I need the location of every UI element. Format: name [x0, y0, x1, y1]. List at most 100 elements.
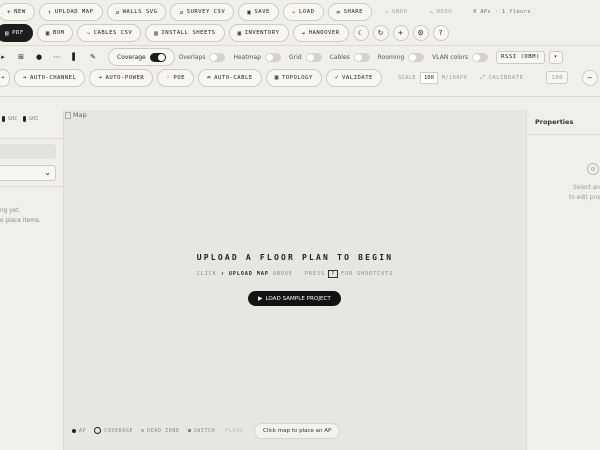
measure-tool[interactable]: ⋯: [48, 48, 66, 66]
properties-title: Properties: [535, 118, 574, 126]
grid-switch[interactable]: [305, 52, 322, 62]
link-icon: ∞: [336, 8, 341, 16]
search-input[interactable]: [0, 144, 56, 159]
theme-toggle-button[interactable]: ☾: [352, 25, 369, 41]
topology-icon: ▦: [274, 74, 279, 81]
load-button[interactable]: ▰ LOAD: [282, 3, 324, 21]
properties-hint: Select an to edit prop: [569, 185, 600, 201]
band-b-label: GHZ: [29, 116, 39, 122]
install-sheets-button[interactable]: ▥ INSTALL SHEETS: [145, 24, 225, 42]
zoom-out-button[interactable]: −: [581, 69, 598, 86]
plus-icon: +: [7, 8, 12, 16]
bom-button[interactable]: ▦ BOM: [36, 24, 74, 42]
poe-button[interactable]: ⚡ POE: [157, 68, 194, 87]
rotate-icon: ↻: [377, 29, 384, 37]
cursor-icon: ▸: [1, 53, 5, 61]
ruler-icon: ⤢: [480, 73, 486, 81]
band-a-dot[interactable]: [2, 116, 5, 122]
heatmap-toggle[interactable]: Heatmap: [233, 52, 282, 62]
help-button[interactable]: ?: [432, 25, 449, 41]
pen-tool[interactable]: ✎: [84, 48, 102, 66]
vlan-colors-toggle[interactable]: VLAN colors: [432, 52, 489, 62]
share-button[interactable]: ∞ SHARE: [327, 3, 372, 21]
rooming-switch[interactable]: [408, 52, 425, 62]
broken-image-icon: [65, 111, 71, 119]
vlan-colors-switch[interactable]: [472, 52, 489, 62]
empty-state-subtitle: CLICK ↑ UPLOAD MAP ABOVE · PRESS? FOR SHO…: [196, 270, 394, 278]
overlaps-switch[interactable]: [209, 52, 226, 62]
arrow-icon: ➔: [22, 74, 27, 81]
arrow-icon: ➔: [98, 74, 103, 81]
box-icon: ▣: [237, 29, 242, 37]
legend-switch: SWITCH: [187, 428, 216, 434]
settings-button[interactable]: ⚙: [412, 25, 429, 41]
upload-map-button[interactable]: ↑ UPLOAD MAP: [38, 3, 103, 21]
dots-icon: ⋯: [53, 53, 61, 61]
auto-power-button[interactable]: ➔ AUTO-POWER: [89, 68, 154, 87]
add-button[interactable]: +: [392, 25, 409, 41]
handover-button[interactable]: ➔ HANDOVER: [292, 24, 349, 42]
moon-icon: ☾: [357, 29, 364, 37]
calibrate-button[interactable]: ⤢ CALIBRATE: [471, 69, 532, 87]
overflow-select[interactable]: ▾: [548, 50, 563, 64]
select-tool[interactable]: ▸: [0, 48, 12, 66]
cables-switch[interactable]: [353, 52, 370, 62]
wall-tool[interactable]: ▌: [66, 48, 84, 66]
walls-svg-button[interactable]: ↺ WALLS SVG: [106, 3, 167, 21]
topology-button[interactable]: ▦ TOPOLOGY: [265, 68, 322, 87]
properties-panel: Properties Select an to edit prop: [526, 110, 600, 450]
coverage-toggle[interactable]: Coverage: [108, 48, 175, 66]
survey-csv-button[interactable]: ↺ SURVEY CSV: [170, 3, 235, 21]
redo-button[interactable]: ↷ REDO: [421, 3, 462, 21]
coverage-ring-icon: [94, 427, 102, 434]
empty-list-text: ng yet. o place items.: [0, 208, 41, 224]
play-icon: ▶: [258, 295, 263, 302]
switch-dot-icon: [187, 429, 191, 432]
undo-button[interactable]: ↶ UNDO: [376, 3, 417, 21]
legend-tail: PLEAS: [225, 427, 244, 434]
cables-toggle[interactable]: Cables: [330, 52, 370, 62]
ap-tool[interactable]: ●: [30, 48, 48, 66]
grid-tool[interactable]: ⊞: [12, 48, 30, 66]
circle-icon: ●: [35, 53, 43, 61]
map-image-placeholder: Map: [65, 111, 87, 119]
reset-view-button[interactable]: ↻: [372, 25, 389, 41]
clipboard-icon: ▥: [154, 29, 159, 37]
load-sample-project-button[interactable]: ▶ LOAD SAMPLE PROJECT: [248, 291, 341, 306]
more-icon: ▾: [553, 54, 558, 60]
handover-icon: ➔: [301, 29, 306, 37]
wall-icon: ▌: [72, 53, 78, 61]
validate-button[interactable]: ✓ VALIDATE: [325, 68, 382, 87]
rssi-select[interactable]: RSSI (DBM): [496, 50, 545, 64]
minus-icon: −: [587, 73, 593, 82]
new-button[interactable]: + NEW: [0, 3, 35, 21]
refresh-icon: ↺: [179, 8, 184, 16]
floppy-icon: ▣: [247, 8, 252, 16]
zoom-select[interactable]: 100: [546, 71, 568, 84]
target-icon: [587, 163, 599, 175]
grid-toggle[interactable]: Grid: [289, 52, 322, 62]
pdf-button[interactable]: ▤ PDF: [0, 24, 33, 42]
floor-select[interactable]: ⌄: [0, 165, 56, 181]
check-icon: ✓: [334, 74, 339, 81]
save-button[interactable]: ▣ SAVE: [238, 3, 279, 21]
grid-icon: ⊞: [18, 53, 24, 61]
rooming-toggle[interactable]: Rooming: [378, 52, 425, 62]
grid-icon: ▦: [45, 29, 50, 37]
scale-input[interactable]: 100: [420, 71, 438, 84]
undo-icon: ↶: [384, 8, 390, 16]
cables-csv-button[interactable]: ∼ CABLES CSV: [77, 24, 142, 42]
coverage-switch[interactable]: [149, 52, 166, 62]
auto-cable-button[interactable]: ⇌ AUTO-CABLE: [197, 68, 262, 87]
band-b-dot[interactable]: [23, 116, 27, 122]
left-panel: GHZ GHZ ⌄ ng yet. o place items.: [0, 110, 64, 450]
inventory-button[interactable]: ▣ INVENTORY: [228, 24, 289, 42]
redo-icon: ↷: [429, 8, 434, 16]
cable-icon: ∼: [86, 29, 91, 37]
heatmap-switch[interactable]: [265, 52, 282, 62]
auto-channel-button[interactable]: ➔ AUTO-CHANNEL: [13, 68, 86, 87]
overlaps-toggle[interactable]: Overlaps: [179, 52, 226, 62]
map-canvas[interactable]: Map UPLOAD A FLOOR PLAN TO BEGIN CLICK ↑…: [64, 110, 526, 450]
toolbar4-arrow-button[interactable]: ➔: [0, 68, 10, 87]
stats-readout: 0 APs · 1 floors: [473, 9, 531, 15]
